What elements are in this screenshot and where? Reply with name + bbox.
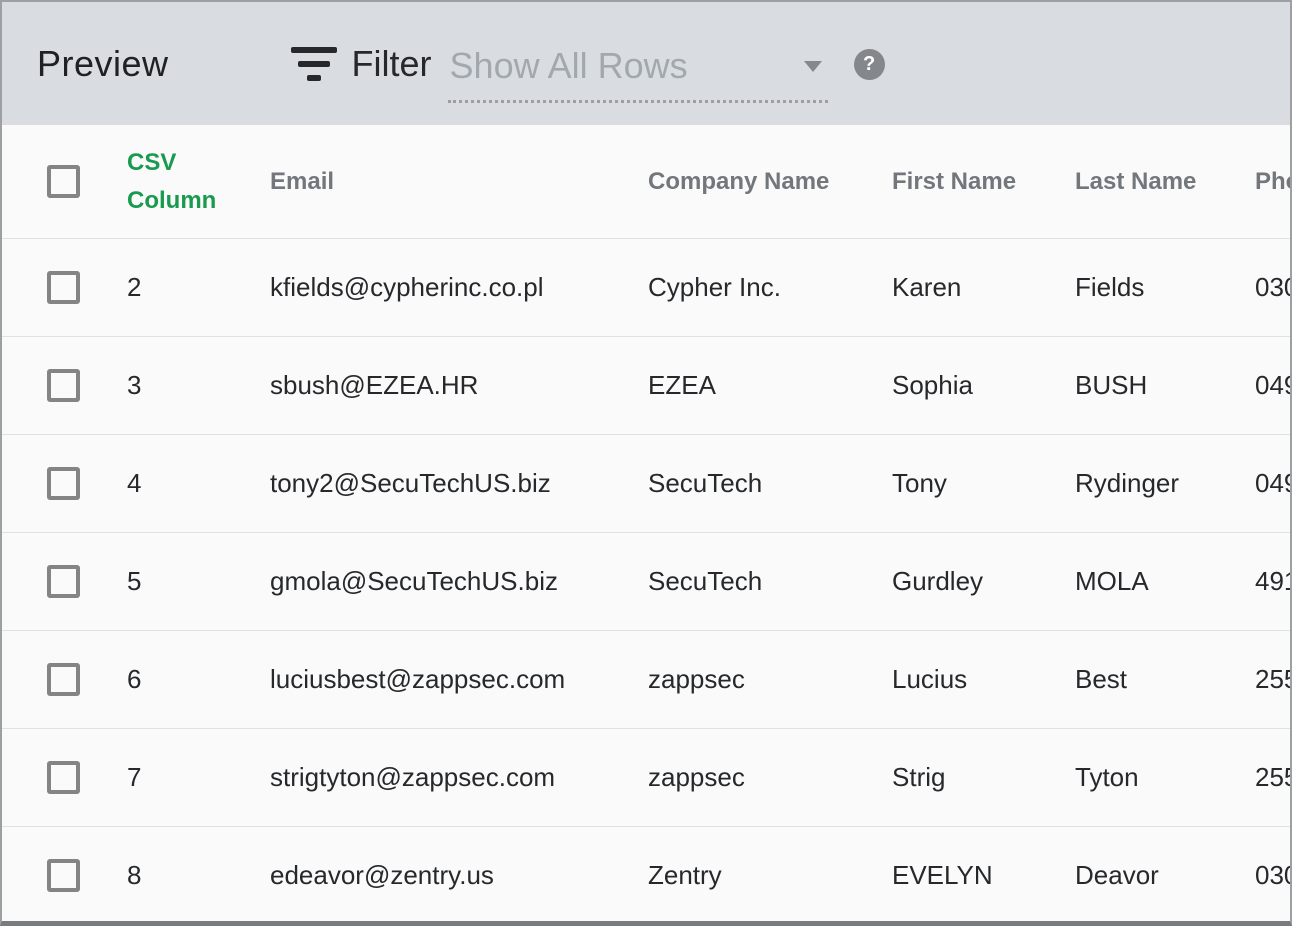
cell-phone: 049 [1255, 468, 1290, 499]
cell-email: gmola@SecuTechUS.biz [270, 566, 648, 597]
table-header-row: CSV Column Email Company Name First Name… [2, 125, 1290, 238]
cell-phone: 255 [1255, 762, 1290, 793]
column-header-company-name: Company Name [648, 168, 892, 196]
row-checkbox[interactable] [47, 369, 80, 402]
table-row: 5 gmola@SecuTechUS.biz SecuTech Gurdley … [2, 532, 1290, 630]
cell-company-name: Zentry [648, 860, 892, 891]
cell-company-name: SecuTech [648, 468, 892, 499]
column-header-last-name: Last Name [1075, 168, 1255, 196]
column-header-phone: Phone [1255, 168, 1290, 196]
cell-first-name: Strig [892, 762, 1075, 793]
cell-csv-column: 4 [127, 468, 270, 499]
cell-phone: 030 [1255, 272, 1290, 303]
cell-first-name: EVELYN [892, 860, 1075, 891]
cell-last-name: Rydinger [1075, 468, 1255, 499]
table-row: 7 strigtyton@zappsec.com zappsec Strig T… [2, 728, 1290, 826]
cell-company-name: Cypher Inc. [648, 272, 892, 303]
filter-icon [291, 47, 337, 81]
filter-rows-dropdown[interactable]: Show All Rows [448, 39, 828, 103]
row-checkbox[interactable] [47, 565, 80, 598]
select-all-checkbox[interactable] [47, 165, 80, 198]
cell-last-name: MOLA [1075, 566, 1255, 597]
header-checkbox-cell [2, 165, 127, 198]
row-checkbox[interactable] [47, 663, 80, 696]
table-row: 6 luciusbest@zappsec.com zappsec Lucius … [2, 630, 1290, 728]
csv-preview-panel: Preview Filter Show All Rows ? CSV Colum… [0, 0, 1292, 926]
cell-last-name: Deavor [1075, 860, 1255, 891]
cell-last-name: Best [1075, 664, 1255, 695]
cell-last-name: Tyton [1075, 762, 1255, 793]
cell-email: sbush@EZEA.HR [270, 370, 648, 401]
column-header-email: Email [270, 168, 648, 196]
row-checkbox[interactable] [47, 271, 80, 304]
cell-first-name: Sophia [892, 370, 1075, 401]
table-body: 2 kfields@cypherinc.co.pl Cypher Inc. Ka… [2, 238, 1290, 924]
filter-group: Filter Show All Rows ? [291, 25, 885, 103]
cell-csv-column: 5 [127, 566, 270, 597]
cell-last-name: Fields [1075, 272, 1255, 303]
cell-phone: 049 [1255, 370, 1290, 401]
toolbar: Preview Filter Show All Rows ? [2, 2, 1290, 125]
cell-first-name: Tony [892, 468, 1075, 499]
filter-dropdown-value: Show All Rows [450, 45, 688, 87]
row-checkbox[interactable] [47, 859, 80, 892]
cell-phone: 030 [1255, 860, 1290, 891]
cell-csv-column: 6 [127, 664, 270, 695]
cell-csv-column: 7 [127, 762, 270, 793]
cell-csv-column: 8 [127, 860, 270, 891]
page-title: Preview [37, 43, 169, 85]
chevron-down-icon [804, 61, 822, 72]
row-checkbox[interactable] [47, 761, 80, 794]
cell-first-name: Karen [892, 272, 1075, 303]
cell-email: edeavor@zentry.us [270, 860, 648, 891]
cell-csv-column: 3 [127, 370, 270, 401]
cell-email: luciusbest@zappsec.com [270, 664, 648, 695]
filter-label: Filter [352, 43, 432, 85]
cell-phone: 491 [1255, 566, 1290, 597]
cell-company-name: zappsec [648, 664, 892, 695]
table-row: 3 sbush@EZEA.HR EZEA Sophia BUSH 049 [2, 336, 1290, 434]
cell-first-name: Gurdley [892, 566, 1075, 597]
cell-company-name: zappsec [648, 762, 892, 793]
table-row: 8 edeavor@zentry.us Zentry EVELYN Deavor… [2, 826, 1290, 924]
cell-email: strigtyton@zappsec.com [270, 762, 648, 793]
cell-email: tony2@SecuTechUS.biz [270, 468, 648, 499]
column-header-csv-column: CSV Column [127, 149, 216, 214]
cell-company-name: SecuTech [648, 566, 892, 597]
help-icon[interactable]: ? [854, 49, 885, 80]
cell-first-name: Lucius [892, 664, 1075, 695]
preview-table: CSV Column Email Company Name First Name… [2, 125, 1290, 924]
cell-last-name: BUSH [1075, 370, 1255, 401]
cell-email: kfields@cypherinc.co.pl [270, 272, 648, 303]
cell-csv-column: 2 [127, 272, 270, 303]
table-row: 2 kfields@cypherinc.co.pl Cypher Inc. Ka… [2, 238, 1290, 336]
table-row: 4 tony2@SecuTechUS.biz SecuTech Tony Ryd… [2, 434, 1290, 532]
cell-phone: 255 [1255, 664, 1290, 695]
cell-company-name: EZEA [648, 370, 892, 401]
row-checkbox[interactable] [47, 467, 80, 500]
column-header-first-name: First Name [892, 168, 1075, 196]
